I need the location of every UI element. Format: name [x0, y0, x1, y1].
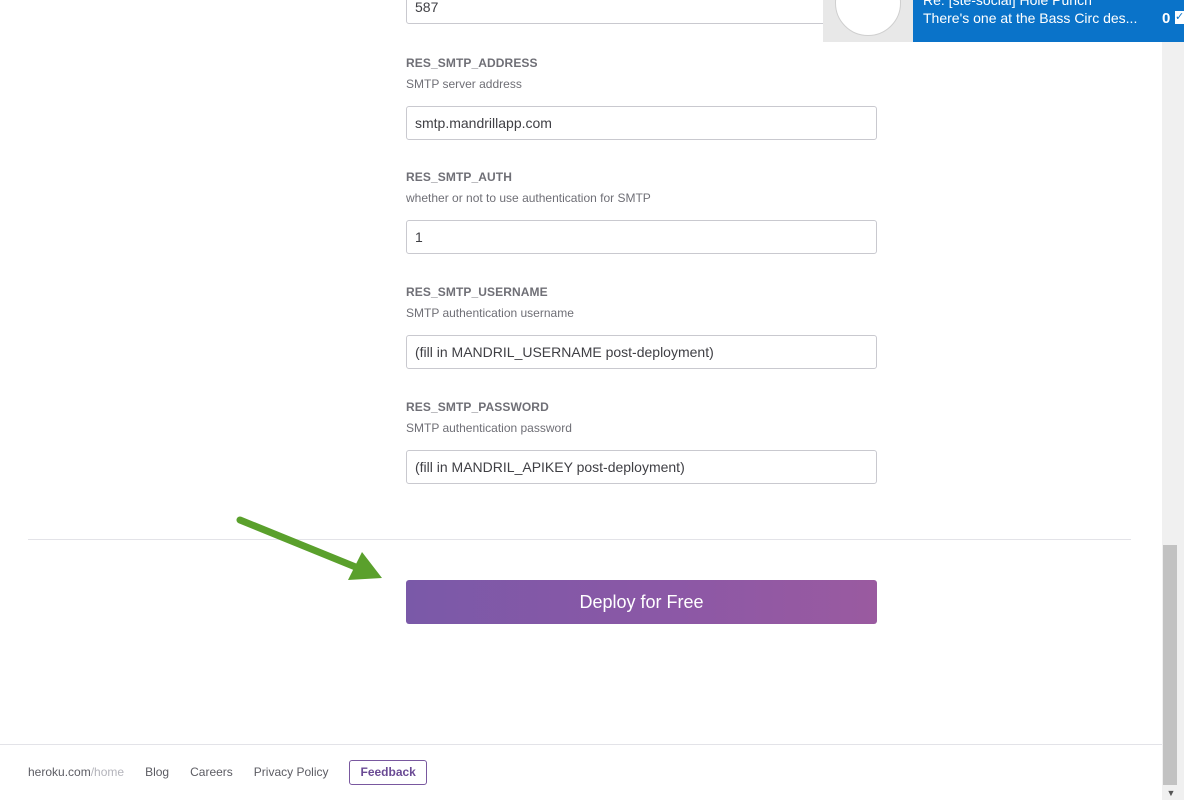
field-description: whether or not to use authentication for… [406, 191, 651, 205]
smtp-address-field: RES_SMTP_ADDRESS SMTP server address [406, 56, 877, 140]
smtp-password-input[interactable] [406, 450, 877, 484]
field-label: RES_SMTP_USERNAME [406, 285, 548, 299]
footer-link-privacy-policy[interactable]: Privacy Policy [254, 765, 329, 779]
smtp-address-input[interactable] [406, 106, 877, 140]
smtp-username-input[interactable] [406, 335, 877, 369]
email-notification[interactable]: Re: [ste-social] Hole Punch There's one … [823, 0, 1184, 42]
footer: heroku.com/home Blog Careers Privacy Pol… [0, 744, 1162, 800]
chevron-down-icon[interactable]: ▼ [1164, 787, 1178, 799]
avatar-placeholder-icon [835, 0, 901, 36]
smtp-password-field: RES_SMTP_PASSWORD SMTP authentication pa… [406, 400, 877, 484]
notification-count: 0 [1162, 10, 1171, 27]
footer-link-blog[interactable]: Blog [145, 765, 169, 779]
field-description: SMTP authentication username [406, 306, 574, 320]
field-description: SMTP authentication password [406, 421, 572, 435]
checkbox-icon[interactable]: ✓ [1175, 11, 1184, 24]
avatar [823, 0, 913, 42]
smtp-auth-input[interactable] [406, 220, 877, 254]
smtp-port-input[interactable] [406, 0, 877, 24]
footer-home-link[interactable]: heroku.com/home [28, 765, 124, 779]
section-divider [28, 539, 1131, 540]
footer-home-path: home [94, 765, 125, 779]
footer-links: heroku.com/home Blog Careers Privacy Pol… [28, 759, 427, 785]
field-label: RES_SMTP_PASSWORD [406, 400, 549, 414]
footer-home-host: heroku.com [28, 765, 91, 779]
vertical-scrollbar[interactable]: ▼ [1162, 0, 1184, 800]
smtp-username-field: RES_SMTP_USERNAME SMTP authentication us… [406, 285, 877, 369]
deploy-for-free-button[interactable]: Deploy for Free [406, 580, 877, 624]
scroll-thumb[interactable] [1163, 545, 1177, 785]
field-label: RES_SMTP_ADDRESS [406, 56, 538, 70]
smtp-auth-field: RES_SMTP_AUTH whether or not to use auth… [406, 170, 877, 254]
notification-body: There's one at the Bass Circ des... [923, 10, 1138, 26]
page: RES_SMTP_ADDRESS SMTP server address RES… [0, 0, 1184, 800]
feedback-button[interactable]: Feedback [349, 759, 427, 785]
footer-link-careers[interactable]: Careers [190, 765, 233, 779]
field-label: RES_SMTP_AUTH [406, 170, 512, 184]
green-arrow-icon [236, 516, 382, 580]
notification-subject: Re: [ste-social] Hole Punch [923, 0, 1092, 8]
field-description: SMTP server address [406, 77, 522, 91]
